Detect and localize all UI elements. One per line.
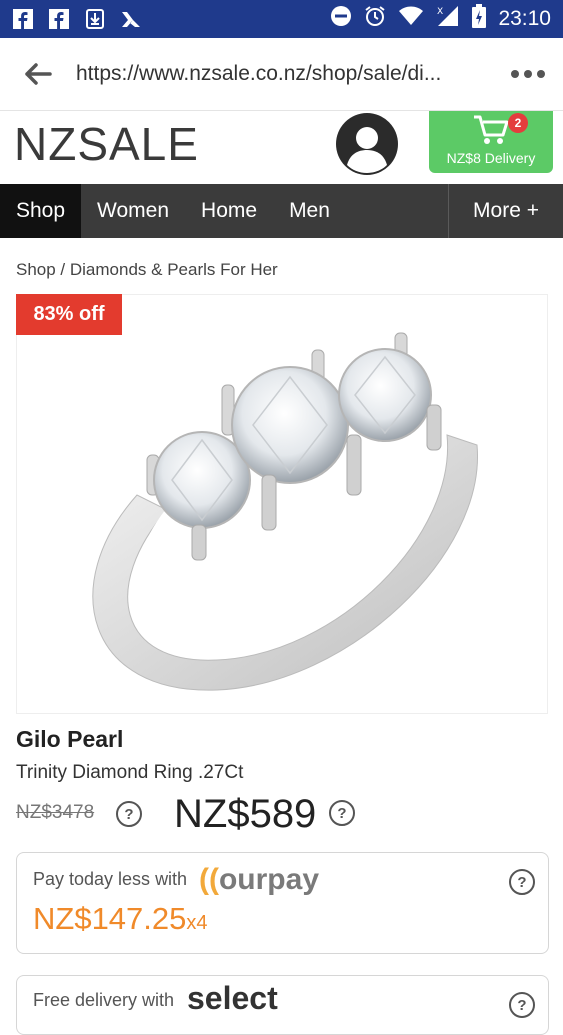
browser-menu-button[interactable] [493,38,563,111]
cart-delivery-label: NZ$8 Delivery [446,150,536,166]
account-button[interactable] [336,113,398,175]
ourpay-panel[interactable]: Pay today less with ((ourpay NZ$147.25x4… [16,852,549,954]
battery-icon [472,4,487,34]
cart-icon [474,115,509,144]
site-logo[interactable]: NZSALE [14,117,199,171]
status-bar: X 23:10 [0,0,563,38]
site-header: NZSALE 2 NZ$8 Delivery [0,111,563,184]
help-icon[interactable]: ? [509,992,535,1018]
check-icon [120,8,142,30]
dnd-icon [330,5,352,33]
alarm-icon [364,5,386,33]
discount-badge: 83% off [16,294,122,335]
nav-shop[interactable]: Shop [0,184,82,238]
arrow-left-icon [25,63,52,85]
help-icon[interactable]: ? [509,869,535,895]
browser-url-bar: https://www.nzsale.co.nz/shop/sale/di... [0,38,563,111]
wifi-icon [398,5,424,33]
ourpay-text: Pay today less with [33,869,188,889]
breadcrumb[interactable]: Shop / Diamonds & Pearls For Her [16,260,278,280]
nav-men[interactable]: Men [273,184,346,238]
nav-women[interactable]: Women [81,184,185,238]
facebook-icon [48,8,70,30]
cart-button[interactable]: 2 NZ$8 Delivery [429,111,553,173]
nav-home[interactable]: Home [185,184,273,238]
product-name: Trinity Diamond Ring .27Ct [16,762,244,783]
delivery-text: Free delivery with [33,990,175,1010]
download-icon [84,8,106,30]
product-brand: Gilo Pearl [16,726,124,752]
nav-more-button[interactable]: More + [448,184,563,238]
signal-icon: X [436,5,460,33]
sale-price: NZ$589 [174,792,317,836]
back-button[interactable] [0,38,76,111]
ring-image [92,332,478,691]
facebook-icon [12,8,34,30]
select-delivery-panel[interactable]: Free delivery with select ? [16,975,549,1035]
main-nav: Shop Women Home Men More + [0,184,563,238]
url-field[interactable]: https://www.nzsale.co.nz/shop/sale/di... [76,62,476,86]
ourpay-amount: NZ$147.25x4 [33,901,208,936]
help-icon[interactable]: ? [116,801,142,827]
ourpay-logo: ((ourpay [199,863,320,896]
product-image[interactable] [16,294,548,714]
help-icon[interactable]: ? [329,800,355,826]
cart-count-badge: 2 [508,113,528,133]
select-logo: select [187,980,278,1016]
svg-text:X: X [437,7,443,17]
original-price: NZ$3478 [16,802,95,823]
clock-time: 23:10 [498,7,551,30]
more-horizontal-icon [511,70,545,78]
ourpay-swirl-icon: (( [199,863,219,896]
user-icon [338,115,396,173]
